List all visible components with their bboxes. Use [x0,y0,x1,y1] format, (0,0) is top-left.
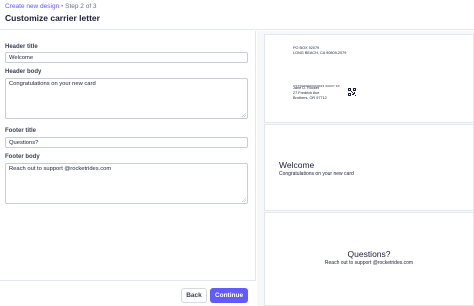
breadcrumb-step: Step 2 of 3 [65,3,97,10]
preview-footer-title: Questions? [347,249,391,259]
footer-title-label: Footer title [5,128,36,134]
letter-page-address: PO BOX 92079 LONG BEACH, CA 90809-2079 C… [264,34,474,123]
letter-page-footer: Questions? Reach out to support @rocketr… [264,212,474,306]
footer-body-text: Reach out to support @rocketrides.com [9,166,112,172]
recipient-address-line: Brothers, OR 97712 [293,96,327,100]
return-address: PO BOX 92079 LONG BEACH, CA 90809-2079 [293,46,346,56]
footer-body-textarea[interactable]: Reach out to support @rocketrides.com [5,163,248,204]
qr-code-icon [348,88,356,96]
header-body-textarea[interactable]: Congratulations on your new card [5,78,248,119]
footer-body-label: Footer body [5,154,40,160]
form-footer: Back Continue [0,280,256,306]
letter-preview: PO BOX 92079 LONG BEACH, CA 90809-2079 C… [257,31,474,306]
header-body-text: Congratulations on your new card [9,81,96,87]
preview-footer-body: Reach out to support @rocketrides.com [324,260,414,266]
continue-button[interactable]: Continue [210,288,248,303]
preview-header-title: Welcome [279,160,315,170]
breadcrumb: Create new design • Step 2 of 3 [5,3,97,10]
header-title-input[interactable]: Welcome [5,52,248,63]
back-button[interactable]: Back [181,288,207,303]
return-address-line: LONG BEACH, CA 90809-2079 [293,51,347,55]
breadcrumb-separator: • [61,3,64,10]
page-title: Customize carrier letter [5,13,100,23]
footer-title-input[interactable]: Questions? [5,137,248,148]
breadcrumb-link-create-new-design[interactable]: Create new design [5,3,59,10]
page-header: Create new design • Step 2 of 3 Customiz… [0,0,474,30]
preview-header-body: Congratulations on your new card [279,171,354,177]
form-panel: Header title Welcome Header body Congrat… [0,31,256,306]
resize-grip-icon[interactable] [242,113,246,117]
header-title-label: Header title [5,44,38,50]
header-body-label: Header body [5,69,42,75]
letter-page-header: Welcome Congratulations on your new card [264,124,474,211]
recipient-address: Jane D. Rocket 27 Fredrick Ave Brothers,… [293,86,327,101]
resize-grip-icon[interactable] [242,198,246,202]
